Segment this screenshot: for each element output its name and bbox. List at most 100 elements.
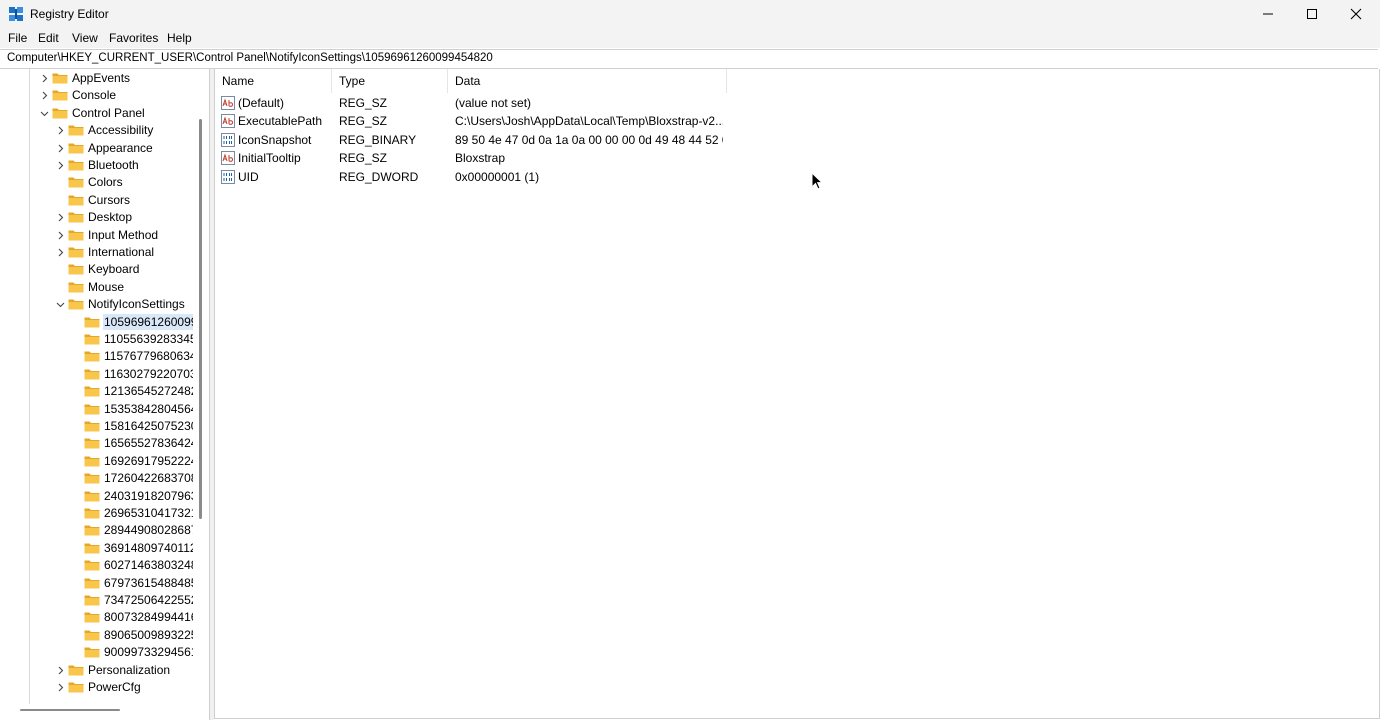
tree-item[interactable]: 105969612600994 <box>0 313 193 331</box>
chevron-right-icon[interactable] <box>56 213 65 222</box>
key-tree-pane[interactable]: AppEvents Console Control Panel Accessibili… <box>0 69 210 720</box>
tree-item[interactable]: 121365452724829 <box>0 383 193 400</box>
minimize-button[interactable] <box>1246 0 1290 28</box>
tree-item-label: AppEvents <box>72 71 131 85</box>
folder-icon <box>84 421 100 432</box>
tree-vertical-scrollbar[interactable] <box>199 119 202 519</box>
folder-icon <box>68 125 84 136</box>
value-name: InitialTooltip <box>238 151 301 166</box>
chevron-right-icon[interactable] <box>56 144 65 153</box>
menu-help[interactable]: Help <box>167 31 192 45</box>
folder-icon <box>84 351 100 362</box>
tree-item[interactable]: 679736154884854 <box>0 575 193 592</box>
value-name: UID <box>238 169 259 184</box>
tree-item[interactable]: 369148097401122 <box>0 540 193 557</box>
menu-favorites[interactable]: Favorites <box>109 31 158 45</box>
folder-icon <box>84 317 100 328</box>
tree-item[interactable]: 110556392833454 <box>0 331 193 348</box>
value-row[interactable]: ExecutablePath REG_SZ C:\Users\Josh\AppDat… <box>215 112 735 130</box>
tree-item[interactable]: Appearance <box>0 140 193 157</box>
folder-icon <box>84 630 100 641</box>
column-header-data[interactable]: Data <box>448 69 727 93</box>
chevron-right-icon[interactable] <box>56 126 65 135</box>
tree-item-label: 115767796806344 <box>104 349 193 364</box>
chevron-down-icon[interactable] <box>40 109 49 118</box>
tree-item[interactable]: Control Panel <box>0 105 193 122</box>
tree-item[interactable]: Personalization <box>0 662 193 679</box>
folder-icon <box>68 177 84 188</box>
tree-item-label: 289449080286875 <box>104 523 193 538</box>
folder-icon <box>84 491 100 502</box>
tree-item[interactable]: 289449080286875 <box>0 522 193 539</box>
menu-file[interactable]: File <box>8 31 27 45</box>
column-header-type[interactable]: Type <box>332 69 448 93</box>
folder-icon <box>84 386 100 397</box>
chevron-right-icon[interactable] <box>40 91 49 100</box>
value-name: ExecutablePath <box>238 114 323 129</box>
menu-view[interactable]: View <box>72 31 98 45</box>
address-bar[interactable]: Computer\HKEY_CURRENT_USER\Control Panel… <box>0 49 1378 69</box>
chevron-right-icon[interactable] <box>56 666 65 675</box>
tree-item[interactable]: Mouse <box>0 279 193 296</box>
chevron-right-icon[interactable] <box>56 683 65 692</box>
tree-item-label: 105969612600994 <box>103 313 193 330</box>
tree-item[interactable]: NotifyIconSettings <box>0 296 193 313</box>
close-button[interactable] <box>1334 0 1378 28</box>
menu-edit[interactable]: Edit <box>38 31 59 45</box>
column-header-name[interactable]: Name <box>215 69 332 93</box>
folder-icon <box>68 160 84 171</box>
tree-item[interactable]: 269653104173211 <box>0 505 193 522</box>
tree-item-label: 890650098932251 <box>104 627 193 642</box>
tree-item[interactable]: 153538428045646 <box>0 401 193 418</box>
folder-icon <box>84 612 100 623</box>
tree-item[interactable]: Desktop <box>0 209 193 226</box>
tree-item[interactable]: Keyboard <box>0 261 193 278</box>
chevron-right-icon[interactable] <box>40 74 49 83</box>
tree-item[interactable]: 734725064225527 <box>0 592 193 609</box>
values-list-pane[interactable]: Name Type Data (Default) REG_SZ (value not… <box>214 69 1380 719</box>
address-path[interactable]: Computer\HKEY_CURRENT_USER\Control Panel… <box>7 52 493 64</box>
tree-item[interactable]: 169269179522244 <box>0 453 193 470</box>
tree-item[interactable]: Colors <box>0 174 193 191</box>
value-row[interactable]: InitialTooltip REG_SZ Bloxstrap <box>215 149 735 167</box>
folder-icon <box>68 195 84 206</box>
folder-icon <box>84 438 100 449</box>
value-name: IconSnapshot <box>238 132 312 147</box>
tree-item[interactable]: 116302792207033 <box>0 366 193 383</box>
tree-item-label: Mouse <box>88 279 125 294</box>
tree-item[interactable]: 800732849944165 <box>0 609 193 626</box>
tree-item[interactable]: Cursors <box>0 192 193 209</box>
tree-item[interactable]: Accessibility <box>0 122 193 139</box>
tree-horizontal-scrollbar[interactable] <box>20 709 120 711</box>
maximize-button[interactable] <box>1290 0 1334 28</box>
tree-item[interactable]: 900997332945610 <box>0 644 193 661</box>
tree-item[interactable]: Console <box>0 87 193 104</box>
tree-item[interactable]: PowerCfg <box>0 679 193 696</box>
chevron-right-icon[interactable] <box>56 231 65 240</box>
value-row[interactable]: UID REG_DWORD 0x00000001 (1) <box>215 168 735 186</box>
value-data: 89 50 4e 47 0d 0a 1a 0a 00 00 00 0d 49 4… <box>455 132 723 147</box>
tree-item[interactable]: 602714638032482 <box>0 557 193 574</box>
tree-item[interactable]: Input Method <box>0 227 193 244</box>
value-row[interactable]: IconSnapshot REG_BINARY 89 50 4e 47 0d 0a … <box>215 131 735 149</box>
tree-item-label: 679736154884854 <box>104 575 193 590</box>
tree-item[interactable]: Bluetooth <box>0 157 193 174</box>
tree-item[interactable]: 172604226837084 <box>0 470 193 487</box>
chevron-down-icon[interactable] <box>56 300 65 309</box>
value-row[interactable]: (Default) REG_SZ (value not set) <box>215 94 735 112</box>
tree-item-label: Input Method <box>88 227 159 242</box>
chevron-right-icon[interactable] <box>56 161 65 170</box>
tree-item-label: NotifyIconSettings <box>88 297 185 312</box>
tree-item-label: 153538428045646 <box>104 401 193 416</box>
folder-icon <box>68 665 84 676</box>
tree-item[interactable]: 165655278364243 <box>0 435 193 452</box>
chevron-right-icon[interactable] <box>56 248 65 257</box>
tree-item[interactable]: 115767796806344 <box>0 348 193 365</box>
tree-item[interactable]: AppEvents <box>0 70 193 87</box>
tree-item-label: 110556392833454 <box>104 332 193 346</box>
tree-item[interactable]: 890650098932251 <box>0 627 193 644</box>
tree-item[interactable]: 158164250752305 <box>0 418 193 435</box>
tree-item-label: 602714638032482 <box>104 558 193 573</box>
tree-item[interactable]: 240319182079635 <box>0 488 193 505</box>
tree-item[interactable]: International <box>0 244 193 261</box>
